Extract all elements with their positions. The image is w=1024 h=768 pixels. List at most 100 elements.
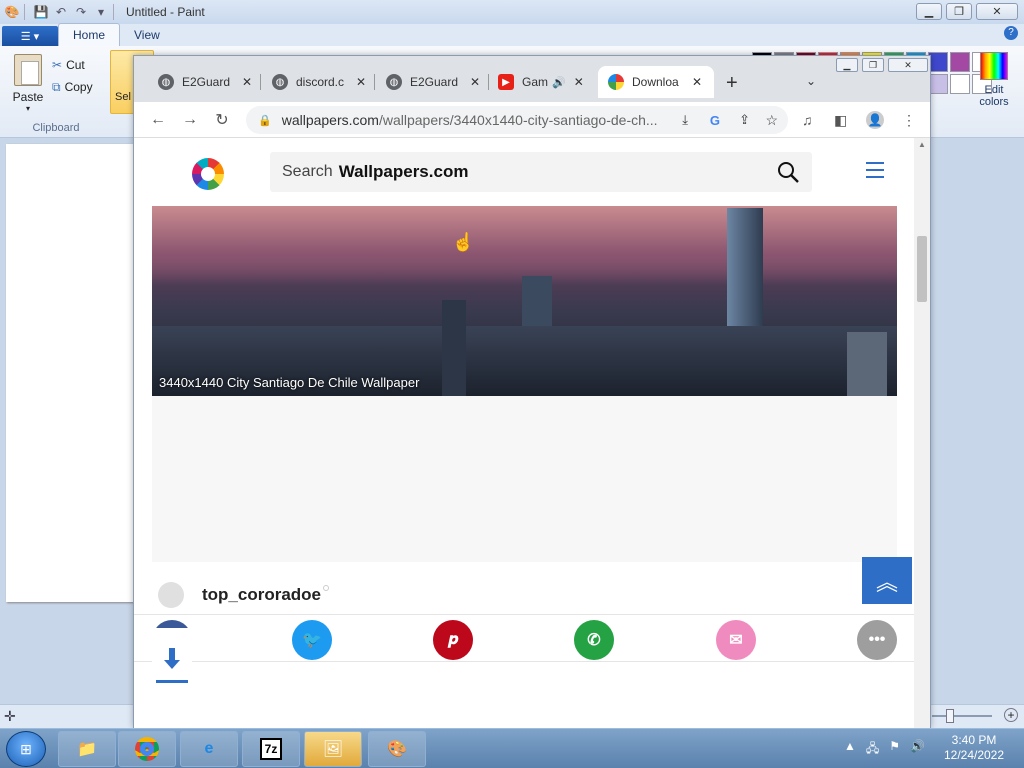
taskbar-paint-active[interactable]: 🖼: [304, 731, 362, 767]
close-tab-icon[interactable]: ✕: [574, 75, 584, 89]
speaker-icon[interactable]: 🔊: [552, 76, 566, 89]
customize-quick-access-icon[interactable]: ▾: [93, 4, 109, 20]
google-icon[interactable]: G: [710, 113, 720, 128]
taskbar-chrome[interactable]: [118, 731, 176, 767]
zoom-slider-knob[interactable]: [946, 709, 954, 723]
edit-colors-button[interactable]: Edit colors: [974, 50, 1014, 108]
pinterest-share-button[interactable]: 𝒑: [433, 620, 473, 660]
taskbar-7zip[interactable]: 7z: [242, 731, 300, 767]
taskbar-paint[interactable]: 🎨: [368, 731, 426, 767]
browser-tab[interactable]: ◍ E2Guard ✕: [376, 66, 480, 98]
lock-icon[interactable]: 🔒: [258, 114, 272, 127]
share-icon[interactable]: ⇪: [739, 112, 750, 128]
tab-view[interactable]: View: [120, 24, 174, 46]
color-swatch[interactable]: [950, 52, 970, 72]
image-caption: 3440x1440 City Santiago De Chile Wallpap…: [159, 375, 420, 390]
ribbon-tabs: ☰ ▾ Home View: [0, 23, 1024, 46]
share-bar: 🐦 𝒑 ✆ ✉ •••: [134, 614, 914, 662]
action-center-icon[interactable]: ⚑: [889, 739, 900, 760]
more-share-button[interactable]: •••: [857, 620, 897, 660]
cut-button[interactable]: ✂ Cut: [52, 54, 93, 76]
browser-close-button[interactable]: ✕: [888, 58, 928, 72]
tab-home[interactable]: Home: [58, 23, 121, 46]
new-tab-button[interactable]: +: [726, 72, 738, 95]
zoom-slider[interactable]: [932, 709, 992, 723]
site-search-bar[interactable]: Search Wallpapers.com: [270, 152, 812, 192]
close-tab-icon[interactable]: ✕: [692, 75, 702, 89]
reload-icon[interactable]: ↻: [206, 110, 238, 130]
uploader-name[interactable]: top_cororadoe: [202, 585, 321, 605]
tab-search-icon[interactable]: ⌄: [806, 74, 816, 88]
page-scrollbar[interactable]: ▲: [914, 138, 930, 728]
address-bar[interactable]: 🔒 wallpapers.com/wallpapers/3440x1440-ci…: [246, 106, 788, 134]
youtube-icon: ▶: [498, 74, 514, 90]
web-page: Search Wallpapers.com 3440x1440 City San…: [134, 138, 914, 728]
close-button[interactable]: ✕: [976, 3, 1018, 20]
forward-icon[interactable]: →: [174, 111, 206, 129]
browser-tab[interactable]: ◍ discord.c ✕: [262, 66, 366, 98]
hamburger-menu-icon[interactable]: [866, 162, 884, 183]
save-icon[interactable]: 💾: [33, 4, 49, 20]
scroll-to-top-button[interactable]: ︽: [862, 557, 912, 604]
browser-tab-active[interactable]: Downloa ✕: [598, 66, 714, 98]
whatsapp-share-button[interactable]: ✆: [574, 620, 614, 660]
zoom-in-button[interactable]: +: [1004, 708, 1018, 722]
system-tray: ▲ 🖧 ⚑ 🔊: [844, 739, 925, 760]
copy-icon: ⧉: [52, 80, 61, 94]
media-controls-icon[interactable]: ♫: [802, 112, 813, 128]
bookmark-star-icon[interactable]: ☆: [765, 112, 778, 129]
color-swatch[interactable]: [928, 74, 948, 94]
side-panel-icon[interactable]: ◧: [834, 112, 847, 129]
avatar[interactable]: [158, 582, 184, 608]
paint-canvas[interactable]: [6, 144, 136, 602]
minimize-button[interactable]: ▁: [916, 3, 942, 20]
download-icon[interactable]: ⤓: [682, 112, 688, 128]
close-tab-icon[interactable]: ✕: [470, 75, 480, 89]
scrollbar-thumb[interactable]: [917, 236, 927, 302]
globe-icon: ◍: [158, 74, 174, 90]
search-brand: Wallpapers.com: [338, 162, 469, 181]
maximize-button[interactable]: ❐: [946, 3, 972, 20]
wallpapers-logo-icon[interactable]: [192, 158, 224, 190]
taskbar-ie[interactable]: e: [180, 731, 238, 767]
browser-toolbar: ← → ↻ 🔒 wallpapers.com/wallpapers/3440x1…: [134, 102, 930, 138]
email-share-button[interactable]: ✉: [716, 620, 756, 660]
taskbar-explorer[interactable]: 📁: [58, 731, 116, 767]
scroll-up-icon[interactable]: ▲: [918, 140, 926, 149]
start-button[interactable]: ⊞: [6, 731, 46, 767]
copy-button[interactable]: ⧉ Copy: [52, 76, 93, 98]
ad-placeholder: [152, 396, 897, 562]
show-hidden-icons[interactable]: ▲: [844, 739, 856, 760]
close-tab-icon[interactable]: ✕: [242, 75, 252, 89]
url-path: /wallpapers/3440x1440-city-santiago-de-c…: [378, 112, 658, 128]
clock[interactable]: 3:40 PM 12/24/2022: [938, 733, 1010, 763]
wallpaper-preview-image[interactable]: 3440x1440 City Santiago De Chile Wallpap…: [152, 206, 897, 396]
search-icon[interactable]: [776, 160, 800, 184]
building-shape: [847, 332, 887, 396]
profile-avatar-icon[interactable]: 👤: [866, 111, 884, 129]
close-tab-icon[interactable]: ✕: [356, 75, 366, 89]
menu-dots-icon[interactable]: ⋮: [902, 112, 916, 129]
paste-button[interactable]: Paste ▾: [8, 52, 48, 113]
twitter-share-button[interactable]: 🐦: [292, 620, 332, 660]
paint-app-icon[interactable]: 🎨: [4, 4, 20, 20]
paint-menu-button[interactable]: ☰ ▾: [2, 26, 58, 46]
help-icon[interactable]: ?: [1004, 26, 1018, 40]
uploader-info[interactable]: top_cororadoe: [158, 582, 330, 608]
clipboard-group-label: Clipboard: [32, 122, 80, 134]
chrome-icon: [135, 737, 159, 761]
divider: [24, 4, 25, 20]
browser-maximize-button[interactable]: ❐: [862, 58, 884, 72]
back-icon[interactable]: ←: [142, 111, 174, 129]
envelope-icon: ✉: [729, 632, 743, 649]
volume-icon[interactable]: 🔊: [910, 739, 925, 760]
redo-icon[interactable]: ↷: [73, 4, 89, 20]
color-swatch[interactable]: [928, 52, 948, 72]
download-button[interactable]: [152, 628, 192, 698]
browser-tab[interactable]: ◍ E2Guard ✕: [148, 66, 252, 98]
network-icon[interactable]: 🖧: [866, 739, 879, 760]
browser-minimize-button[interactable]: ▁: [836, 58, 858, 72]
browser-tab[interactable]: ▶ Gam 🔊 ✕: [488, 66, 584, 98]
undo-icon[interactable]: ↶: [53, 4, 69, 20]
color-swatch[interactable]: [950, 74, 970, 94]
